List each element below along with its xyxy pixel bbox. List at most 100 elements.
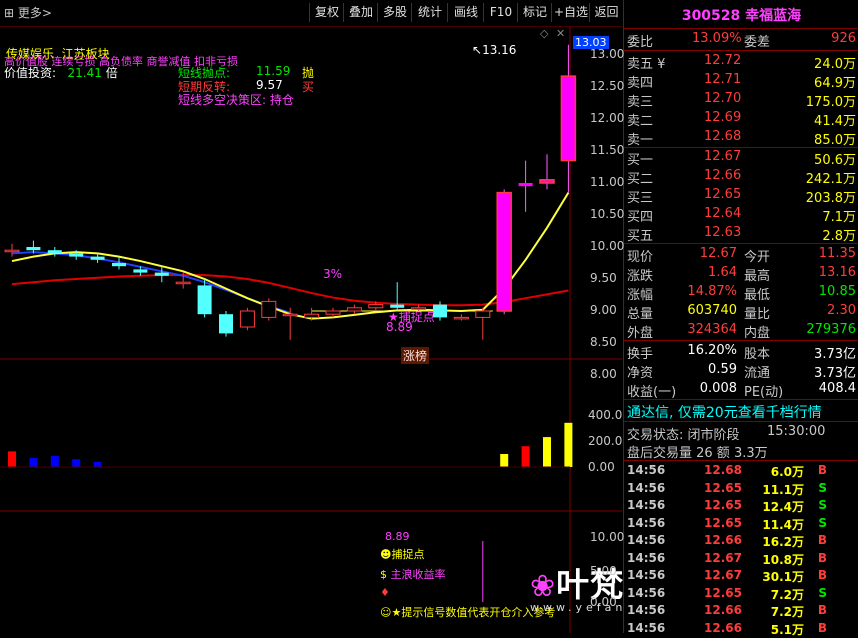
stat-label: 涨跌 <box>627 269 654 284</box>
stat-label: 最低 <box>744 288 771 303</box>
quote-stat-row[interactable]: 外盘 324364 内盘 279376 <box>624 321 858 341</box>
ask-label: 卖一 <box>627 133 654 148</box>
ask-level-row[interactable]: 卖五 ¥ 12.72 24.0万 <box>624 52 858 72</box>
tick-row[interactable]: 14:56 12.66 5.1万 B <box>624 620 858 637</box>
candle[interactable] <box>453 314 469 321</box>
stat-label: 涨幅 <box>627 288 654 303</box>
candle[interactable] <box>239 307 255 331</box>
indicator-axis-label: 5.00 <box>590 564 617 578</box>
indicator-legend-3: ♦ <box>380 586 390 599</box>
volume-bar <box>72 459 81 467</box>
candle[interactable] <box>346 304 362 315</box>
bid-level-row[interactable]: 买三 12.65 203.8万 <box>624 186 858 206</box>
tick-cell: 5.1万 <box>770 622 804 637</box>
volume-axis-label: 400.0 <box>588 408 623 422</box>
stat-value: 279376 <box>806 322 856 337</box>
tick-cell: B <box>817 620 827 635</box>
stat-value: 603740 <box>687 303 737 318</box>
ask-level-row[interactable]: 卖四 12.71 64.9万 <box>624 71 858 91</box>
stat-value: 0.008 <box>699 381 737 396</box>
stat-value: 0.59 <box>708 362 737 377</box>
tick-cell: 14:56 <box>627 515 666 530</box>
stat-value: 10.85 <box>818 284 856 299</box>
ask-price: 12.68 <box>704 129 742 144</box>
candle[interactable] <box>390 282 405 311</box>
close-icon[interactable]: ✕ <box>556 27 565 40</box>
stat-value: 1.64 <box>708 265 737 280</box>
ask-level-row[interactable]: 卖二 12.69 41.4万 <box>624 109 858 129</box>
decision-zone: 短线多空决策区: 持仓 <box>178 93 294 107</box>
quote-stat-row[interactable]: 涨跌 1.64 最高 13.16 <box>624 264 858 284</box>
tick-cell: 12.65 <box>704 498 742 512</box>
toolbar-button-multi[interactable]: 多股 <box>377 3 412 22</box>
toolbar-button-mark[interactable]: 标记 <box>517 3 552 22</box>
candle[interactable] <box>518 160 533 212</box>
price-axis-label: 13.00 <box>590 47 625 61</box>
stat-label: 今开 <box>744 250 771 265</box>
bid-volume: 203.8万 <box>805 191 856 206</box>
candle[interactable] <box>154 266 169 283</box>
ask-volume: 41.4万 <box>814 114 856 129</box>
price-axis-label: 8.50 <box>590 335 617 349</box>
ask-price: 12.70 <box>704 91 742 106</box>
kline-chart[interactable]: ◇ ✕ <box>0 27 622 633</box>
tick-cell: 12.65 <box>704 480 742 495</box>
stat-label: 外盘 <box>627 326 654 341</box>
stat-value: 12.67 <box>699 246 737 261</box>
stat-value: 3.73亿 <box>814 347 856 362</box>
catch-point-value: 8.89 <box>386 320 413 334</box>
stat-value: 324364 <box>687 322 737 337</box>
bid-level-row[interactable]: 买二 12.66 242.1万 <box>624 167 858 187</box>
ask-level-row[interactable]: 卖一 12.68 85.0万 <box>624 128 858 148</box>
stat-label: 净资 <box>627 366 654 381</box>
candle[interactable] <box>475 307 491 340</box>
toolbar-button-f10[interactable]: F10 <box>483 3 518 22</box>
stat-label: 股本 <box>744 347 771 362</box>
fundamental-row[interactable]: 换手 16.20% 股本 3.73亿 <box>624 342 858 362</box>
bid-level-row[interactable]: 买一 12.67 50.6万 <box>624 148 858 168</box>
ask-label: 卖四 <box>627 76 654 91</box>
candle[interactable] <box>496 189 512 315</box>
toolbar-button-draw[interactable]: 画线 <box>447 3 484 22</box>
tick-cell: S <box>818 498 827 512</box>
quote-stat-row[interactable]: 现价 12.67 今开 11.35 <box>624 245 858 265</box>
price-axis-label: 8.00 <box>590 367 617 381</box>
ask-price: 12.71 <box>704 72 742 87</box>
volume-bar <box>500 454 509 467</box>
candle[interactable] <box>4 243 20 257</box>
indicator-legend-1: ☻捕捉点 <box>380 548 425 561</box>
tick-row[interactable]: 14:56 12.65 12.4万 S <box>624 497 858 514</box>
candle[interactable] <box>219 311 233 337</box>
tick-cell: 12.67 <box>704 550 742 565</box>
bid-level-row[interactable]: 买五 12.63 2.8万 <box>624 224 858 244</box>
volume-bar <box>8 451 16 467</box>
bid-level-row[interactable]: 买四 12.64 7.1万 <box>624 205 858 225</box>
diamond-icon[interactable]: ◇ <box>540 27 549 40</box>
tick-row[interactable]: 14:56 12.65 11.4万 S <box>624 515 858 532</box>
fundamental-row[interactable]: 净资 0.59 流通 3.73亿 <box>624 361 858 381</box>
candle[interactable] <box>261 298 277 321</box>
bid-price: 12.65 <box>704 187 742 202</box>
tick-cell: 14:56 <box>627 620 666 635</box>
quote-stat-row[interactable]: 涨幅 14.87% 最低 10.85 <box>624 283 858 303</box>
ma-line-red <box>11 274 569 307</box>
fundamental-row[interactable]: 收益(一) 0.008 PE(动) 408.4 <box>624 380 858 400</box>
ask-price: 12.72 <box>704 53 742 68</box>
stock-title[interactable]: 300528 幸福蓝海 <box>624 5 858 25</box>
tick-row[interactable]: 14:56 12.65 11.1万 S <box>624 480 858 497</box>
candle[interactable] <box>47 247 62 257</box>
bid-price: 12.63 <box>704 225 742 240</box>
toolbar-button-watchlist[interactable]: +自选 <box>551 3 590 22</box>
tick-cell: 14:56 <box>627 480 666 495</box>
toolbar-button-back[interactable]: 返回 <box>589 3 623 22</box>
more-menu-button[interactable]: ⊞ 更多> <box>4 4 52 21</box>
ask-volume: 24.0万 <box>814 57 856 72</box>
candle[interactable] <box>539 154 555 190</box>
price-axis-label: 9.50 <box>590 271 617 285</box>
toolbar-button-adjust[interactable]: 复权 <box>309 3 344 22</box>
quote-stat-row[interactable]: 总量 603740 量比 2.30 <box>624 302 858 322</box>
toolbar-button-stats[interactable]: 统计 <box>411 3 448 22</box>
ask-level-row[interactable]: 卖三 12.70 175.0万 <box>624 90 858 110</box>
grid-icon: ⊞ <box>4 6 18 20</box>
toolbar-button-overlay[interactable]: 叠加 <box>343 3 378 22</box>
